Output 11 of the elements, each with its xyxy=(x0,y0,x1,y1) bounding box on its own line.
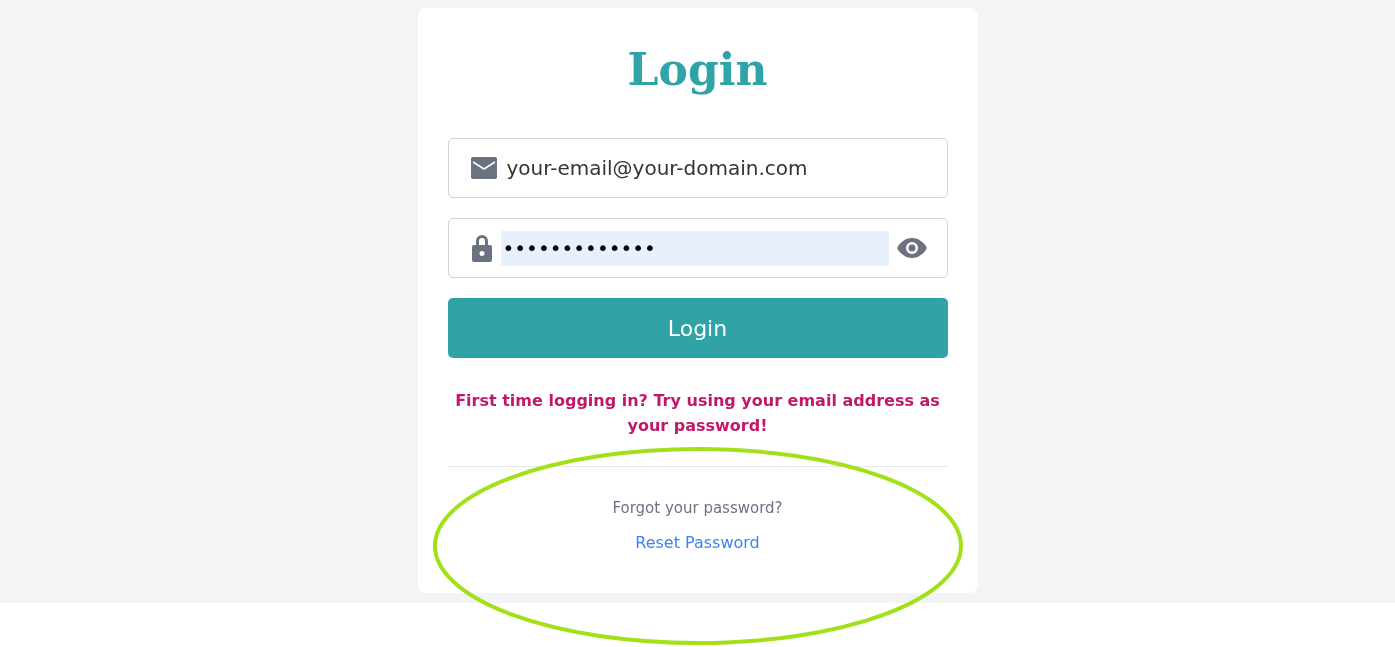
password-field[interactable]: ••••••••••••• xyxy=(447,218,948,278)
email-field[interactable]: your-email@your-domain.com xyxy=(447,138,948,198)
first-login-hint: First time logging in? Try using your email address as your password! xyxy=(454,390,941,437)
eye-icon[interactable] xyxy=(896,238,927,258)
email-input[interactable]: your-email@your-domain.com xyxy=(504,150,927,186)
reset-password-link[interactable]: Reset Password xyxy=(635,533,760,552)
lock-icon xyxy=(470,234,493,262)
login-title: Login xyxy=(627,44,768,96)
password-input[interactable]: ••••••••••••• xyxy=(500,230,889,266)
envelope-icon xyxy=(470,157,497,179)
forgot-password-text: Forgot your password? xyxy=(612,499,783,517)
